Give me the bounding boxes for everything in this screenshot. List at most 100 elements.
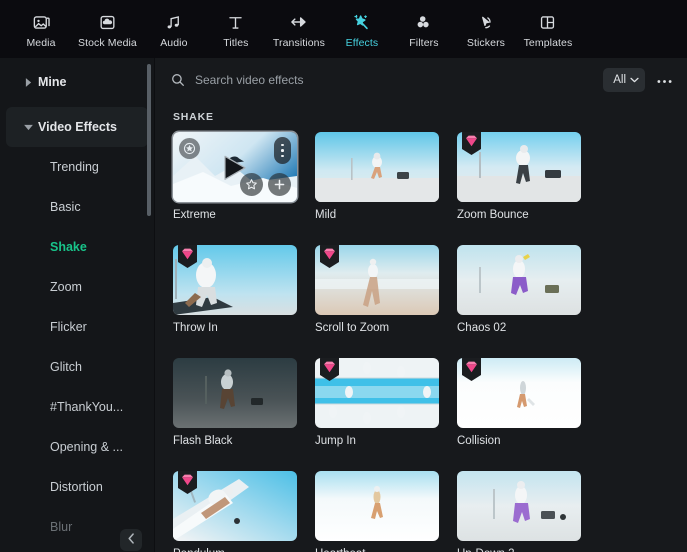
sidebar-item-label: Shake <box>50 240 87 254</box>
effect-card[interactable]: Extreme <box>173 132 297 221</box>
toolbar-tab-stock-media[interactable]: Stock Media <box>72 9 143 49</box>
effect-label: Mild <box>315 209 337 221</box>
effect-card[interactable]: Scroll to Zoom <box>315 245 439 334</box>
sidebar-item-label: #ThankYou... <box>50 400 124 414</box>
effect-card[interactable]: Mild <box>315 132 439 221</box>
sidebar-scrollbar[interactable] <box>147 64 151 216</box>
effect-card[interactable]: Pendulum <box>173 471 297 552</box>
effect-label: Throw In <box>173 322 218 334</box>
toolbar-tab-label: Titles <box>223 37 249 49</box>
thumbnail-art <box>315 358 439 428</box>
star-icon <box>246 179 257 190</box>
effect-thumbnail <box>315 132 439 202</box>
filters-icon <box>414 11 433 33</box>
sidebar-collapse-button[interactable] <box>120 529 142 551</box>
audio-icon <box>164 11 183 33</box>
search-input[interactable] <box>195 73 604 87</box>
sidebar-group-label: Video Effects <box>38 120 117 134</box>
sidebar-item-label: Trending <box>50 160 99 174</box>
sidebar-item-basic[interactable]: Basic <box>0 187 154 227</box>
toolbar-tab-templates[interactable]: Templates <box>517 9 579 49</box>
effect-card[interactable]: Chaos 02 <box>457 245 581 334</box>
effect-card[interactable]: Heartbeat <box>315 471 439 552</box>
effect-card[interactable]: Jump In <box>315 358 439 447</box>
effects-content-panel: All SHAKE <box>155 58 687 552</box>
chevron-left-icon <box>127 531 136 549</box>
thumbnail-art <box>315 471 439 541</box>
sidebar-item-trending[interactable]: Trending <box>0 147 154 187</box>
sidebar-group-mine[interactable]: Mine <box>6 62 148 102</box>
pro-badge-icon <box>183 142 196 155</box>
effect-label: Flash Black <box>173 435 233 447</box>
sidebar-scroll-area: Mine Video Effects Trending Basic Shake … <box>0 58 154 552</box>
chevron-right-icon <box>18 77 38 87</box>
add-button[interactable] <box>268 173 291 196</box>
video-editor-effects-panel: Media Stock Media Audio Titles Transitio… <box>0 0 687 552</box>
thumbnail-art <box>173 471 297 541</box>
toolbar-tab-titles[interactable]: Titles <box>205 9 267 49</box>
effect-card[interactable]: Throw In <box>173 245 297 334</box>
toolbar-tab-stickers[interactable]: Stickers <box>455 9 517 49</box>
media-icon <box>32 11 51 33</box>
sidebar-item-distortion[interactable]: Distortion <box>0 467 154 507</box>
more-vertical-icon <box>281 143 284 147</box>
toolbar-tab-audio[interactable]: Audio <box>143 9 205 49</box>
effect-thumbnail <box>173 358 297 428</box>
sidebar-item-glitch[interactable]: Glitch <box>0 347 154 387</box>
thumbnail-art <box>315 132 439 202</box>
toolbar-tab-effects[interactable]: Effects <box>331 9 393 49</box>
effect-card[interactable]: Zoom Bounce <box>457 132 581 221</box>
sidebar-item-label: Distortion <box>50 480 103 494</box>
filter-dropdown[interactable]: All <box>603 68 645 92</box>
card-hover-overlay <box>173 132 297 202</box>
favorite-button[interactable] <box>240 173 263 196</box>
sidebar-item-opening[interactable]: Opening & ... <box>0 427 154 467</box>
effect-label: Scroll to Zoom <box>315 322 390 334</box>
pro-badge-button[interactable] <box>179 138 200 159</box>
sidebar-group-video-effects[interactable]: Video Effects <box>6 107 148 147</box>
thumbnail-art <box>457 358 581 428</box>
effect-label: Heartbeat <box>315 548 439 552</box>
sidebar-item-zoom[interactable]: Zoom <box>0 267 154 307</box>
sidebar-item-shake[interactable]: Shake <box>0 227 154 267</box>
effect-card[interactable]: Collision <box>457 358 581 447</box>
effect-card[interactable]: Flash Black <box>173 358 297 447</box>
filter-dropdown-label: All <box>613 74 626 86</box>
effects-icon <box>351 11 372 33</box>
effect-label: Chaos 02 <box>457 322 507 334</box>
effect-thumbnail <box>457 245 581 315</box>
toolbar-tab-filters[interactable]: Filters <box>393 9 455 49</box>
card-menu-button[interactable] <box>274 137 291 164</box>
thumbnail-art <box>457 471 581 541</box>
chevron-down-icon <box>18 124 38 131</box>
top-toolbar: Media Stock Media Audio Titles Transitio… <box>0 0 687 58</box>
sidebar-item-thankyou[interactable]: #ThankYou... <box>0 387 154 427</box>
plus-icon <box>274 179 285 190</box>
sidebar-item-label: Opening & ... <box>50 440 123 454</box>
thumbnail-art <box>173 358 297 428</box>
thumbnail-art <box>457 245 581 315</box>
transitions-icon <box>289 11 309 33</box>
chevron-down-icon <box>630 74 639 86</box>
search-icon <box>171 73 185 87</box>
more-options-button[interactable] <box>653 69 675 91</box>
toolbar-tab-label: Transitions <box>272 37 325 49</box>
effect-label: Pendulum <box>173 548 297 552</box>
effect-card[interactable]: Up-Down 2 <box>457 471 581 552</box>
toolbar-tab-label: Audio <box>160 37 188 49</box>
toolbar-tab-label: Stock Media <box>78 37 137 49</box>
thumbnail-art <box>457 132 581 202</box>
toolbar-tab-media[interactable]: Media <box>10 9 72 49</box>
effects-grid-scroll: SHAKE Extreme Mild Zoom Bounce Throw In … <box>155 102 687 552</box>
effect-thumbnail <box>173 471 297 541</box>
toolbar-tab-label: Filters <box>409 37 439 49</box>
templates-icon <box>538 11 557 33</box>
sidebar: Mine Video Effects Trending Basic Shake … <box>0 58 155 552</box>
stickers-icon <box>476 11 495 33</box>
sidebar-item-flicker[interactable]: Flicker <box>0 307 154 347</box>
toolbar-tab-transitions[interactable]: Transitions <box>267 9 331 49</box>
sidebar-item-label: Glitch <box>50 360 82 374</box>
sidebar-item-label: Blur <box>50 520 73 534</box>
effect-thumbnail <box>173 132 297 202</box>
sidebar-item-label: Zoom <box>50 280 82 294</box>
